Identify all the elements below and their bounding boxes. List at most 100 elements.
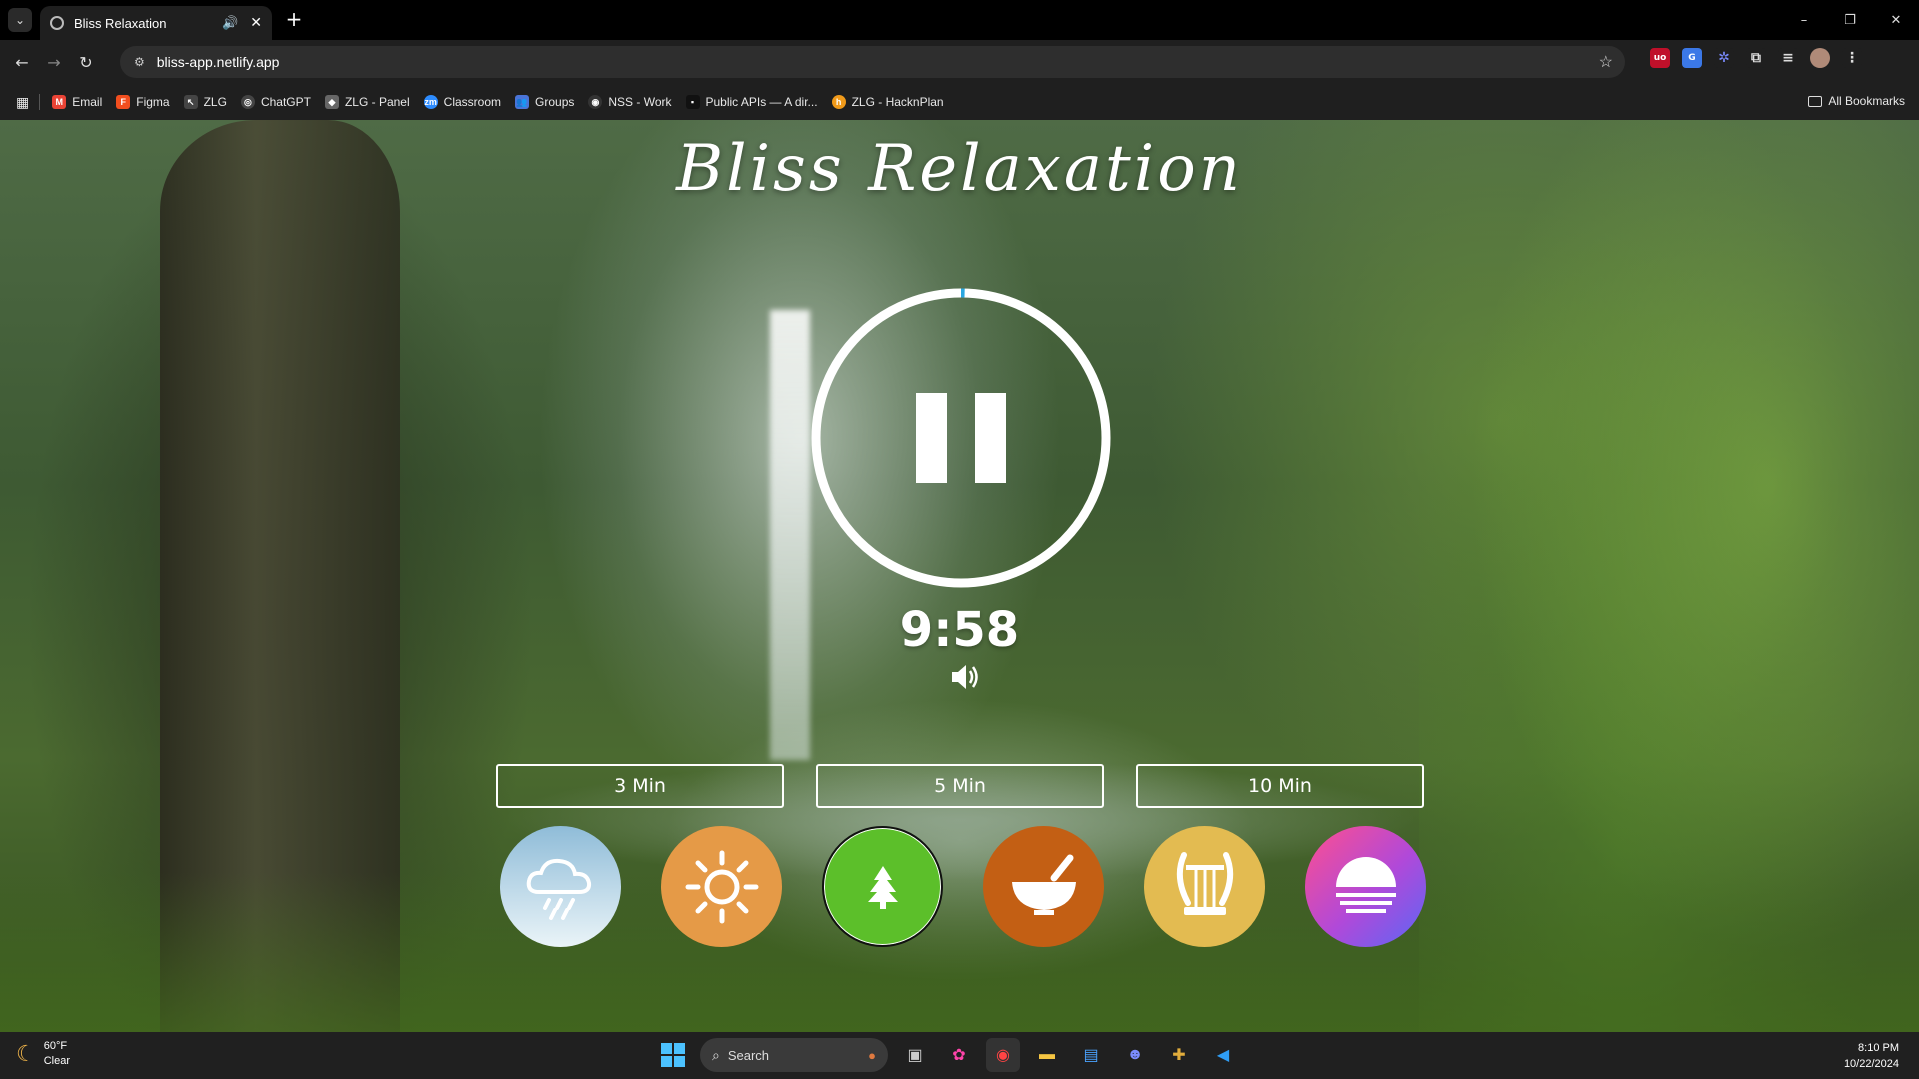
hacknplan-icon: h bbox=[831, 95, 846, 109]
address-bar[interactable]: ⚙ bliss-app.netlify.app ☆ bbox=[120, 46, 1625, 78]
time-remaining: 9:58 bbox=[899, 602, 1020, 658]
bookmark-chatgpt[interactable]: ◎ ChatGPT bbox=[240, 95, 311, 109]
bookmark-zlg[interactable]: ↖ ZLG bbox=[183, 95, 227, 109]
bookmark-email[interactable]: M Email bbox=[52, 95, 102, 109]
app-title: Bliss Relaxation bbox=[676, 132, 1243, 206]
weather-text: 60°F Clear bbox=[44, 1039, 70, 1069]
bookmark-public-apis[interactable]: ▪ Public APIs — A dir... bbox=[685, 95, 818, 109]
avatar[interactable] bbox=[1810, 48, 1830, 68]
bookmark-classroom[interactable]: zm Classroom bbox=[423, 95, 501, 109]
chrome-icon[interactable]: ◉ bbox=[986, 1038, 1020, 1072]
bookmark-nss-work[interactable]: ◉ NSS - Work bbox=[588, 95, 672, 109]
duration-10-min-button[interactable]: 10 Min bbox=[1136, 764, 1424, 808]
system-clock[interactable]: 8:10 PM 10/22/2024 bbox=[1844, 1040, 1899, 1072]
bookmark-hacknplan[interactable]: h ZLG - HacknPlan bbox=[831, 95, 944, 109]
browser-chrome: ⌄ Bliss Relaxation 🔊 ✕ + – ❐ ✕ ← → ↻ ⚙ b… bbox=[0, 0, 1919, 120]
groups-icon: 👥 bbox=[515, 95, 530, 109]
temperature: 60°F bbox=[43, 1040, 68, 1052]
restore-button[interactable]: ❐ bbox=[1827, 0, 1873, 40]
bookmark-figma[interactable]: F Figma bbox=[116, 95, 170, 109]
duration-5-min-button[interactable]: 5 Min bbox=[816, 764, 1104, 808]
moon-icon: ☾ bbox=[16, 1041, 36, 1066]
bookmark-zlg-panel[interactable]: ◆ ZLG - Panel bbox=[324, 95, 410, 109]
app-viewport: Bliss Relaxation 9:58 3 Min 5 Min 10 Min bbox=[0, 120, 1919, 1032]
minimize-button[interactable]: – bbox=[1781, 0, 1827, 40]
speaker-icon[interactable]: 🔊 bbox=[222, 16, 238, 31]
gmail-icon: M bbox=[52, 95, 67, 109]
slack-icon[interactable]: ✚ bbox=[1162, 1038, 1196, 1072]
new-tab-button[interactable]: + bbox=[282, 8, 306, 32]
cursor-icon: ↖ bbox=[183, 95, 198, 109]
player-ring bbox=[810, 287, 1112, 589]
volume-icon[interactable] bbox=[948, 660, 982, 694]
pause-button[interactable] bbox=[916, 393, 1006, 483]
rain-sound-button[interactable] bbox=[500, 826, 621, 947]
task-view-icon[interactable]: ▣ bbox=[898, 1038, 932, 1072]
browser-toolbar: ← → ↻ ⚙ bliss-app.netlify.app ☆ uo G ✲ ⧉… bbox=[0, 40, 1919, 84]
all-bookmarks[interactable]: All Bookmarks bbox=[1808, 94, 1905, 108]
extensions-area: uo G ✲ ⧉ ≡ ⋮ bbox=[1650, 48, 1862, 68]
tab-title: Bliss Relaxation bbox=[74, 15, 167, 31]
puzzle-icon[interactable]: ⧉ bbox=[1746, 48, 1766, 68]
rain-cloud-icon bbox=[526, 858, 591, 920]
apps-grid-icon[interactable]: ▦ bbox=[16, 94, 29, 111]
bookmark-star-icon[interactable]: ☆ bbox=[1599, 52, 1613, 72]
tree-icon bbox=[867, 865, 898, 909]
menu-icon[interactable]: ⋮ bbox=[1842, 48, 1862, 68]
singing-bowl-icon bbox=[1011, 854, 1076, 915]
pause-bar-right bbox=[975, 393, 1006, 483]
tab-search-button[interactable]: ⌄ bbox=[8, 8, 32, 32]
store-icon[interactable]: ▤ bbox=[1074, 1038, 1108, 1072]
tab-bliss-relaxation[interactable]: Bliss Relaxation 🔊 ✕ bbox=[40, 6, 272, 40]
back-button[interactable]: ← bbox=[8, 48, 36, 76]
forest-sound-button[interactable] bbox=[822, 826, 943, 947]
site-info-icon[interactable]: ⚙ bbox=[134, 55, 145, 69]
bookmark-groups[interactable]: 👥 Groups bbox=[515, 95, 574, 109]
media-control-icon[interactable]: ≡ bbox=[1778, 48, 1798, 68]
clock-date: 10/22/2024 bbox=[1843, 1058, 1899, 1070]
taskbar: ☾ 60°F Clear ⌕ Search ● ▣ ✿ ◉ ▬ ▤ ☻ ✚ ◀ … bbox=[0, 1032, 1919, 1079]
harp-sound-button[interactable] bbox=[1144, 826, 1265, 947]
lyre-icon bbox=[1176, 851, 1233, 915]
github-icon: ◉ bbox=[588, 95, 603, 109]
windows-start-button[interactable] bbox=[656, 1038, 690, 1072]
close-window-button[interactable]: ✕ bbox=[1873, 0, 1919, 40]
weather-widget[interactable]: ☾ 60°F Clear bbox=[16, 1039, 70, 1069]
sunset-icon bbox=[1335, 856, 1396, 913]
copilot-icon[interactable]: ✿ bbox=[942, 1038, 976, 1072]
file-explorer-icon[interactable]: ▬ bbox=[1030, 1038, 1064, 1072]
duration-3-min-button[interactable]: 3 Min bbox=[496, 764, 784, 808]
duration-selector: 3 Min 5 Min 10 Min bbox=[496, 764, 1424, 808]
search-placeholder: Search bbox=[727, 1047, 770, 1063]
sun-icon bbox=[685, 850, 758, 923]
bookmarks-bar: ▦ M Email F Figma ↖ ZLG ◎ ChatGPT ◆ ZLG - Pan… bbox=[0, 84, 1919, 120]
weather-condition: Clear bbox=[43, 1055, 71, 1067]
background-waterfall bbox=[770, 310, 810, 760]
reload-button[interactable]: ↻ bbox=[72, 48, 100, 76]
extension-icon[interactable]: ✲ bbox=[1714, 48, 1734, 68]
folder-icon bbox=[1808, 95, 1823, 107]
forward-button[interactable]: → bbox=[40, 48, 68, 76]
translate-icon[interactable]: G bbox=[1682, 48, 1702, 68]
vscode-icon[interactable]: ◀ bbox=[1206, 1038, 1240, 1072]
address-text: bliss-app.netlify.app bbox=[156, 54, 280, 70]
api-icon: ▪ bbox=[685, 95, 700, 109]
search-highlight-icon: ● bbox=[868, 1047, 876, 1063]
search-icon: ⌕ bbox=[712, 1046, 720, 1063]
window-controls: – ❐ ✕ bbox=[1781, 0, 1919, 40]
globe-icon bbox=[50, 16, 64, 30]
figma-icon: F bbox=[116, 95, 131, 109]
close-tab-icon[interactable]: ✕ bbox=[250, 15, 262, 31]
bowl-sound-button[interactable] bbox=[983, 826, 1104, 947]
discord-icon[interactable]: ☻ bbox=[1118, 1038, 1152, 1072]
panel-icon: ◆ bbox=[324, 95, 339, 109]
chatgpt-icon: ◎ bbox=[240, 95, 255, 109]
taskbar-search[interactable]: ⌕ Search ● bbox=[700, 1038, 888, 1072]
sound-selector bbox=[500, 826, 1426, 947]
sunset-sound-button[interactable] bbox=[1305, 826, 1426, 947]
clock-time: 8:10 PM bbox=[1858, 1042, 1899, 1054]
ublock-icon[interactable]: uo bbox=[1650, 48, 1670, 68]
zoom-icon: zm bbox=[423, 95, 438, 109]
bookmarks-divider bbox=[39, 94, 41, 110]
sun-sound-button[interactable] bbox=[661, 826, 782, 947]
